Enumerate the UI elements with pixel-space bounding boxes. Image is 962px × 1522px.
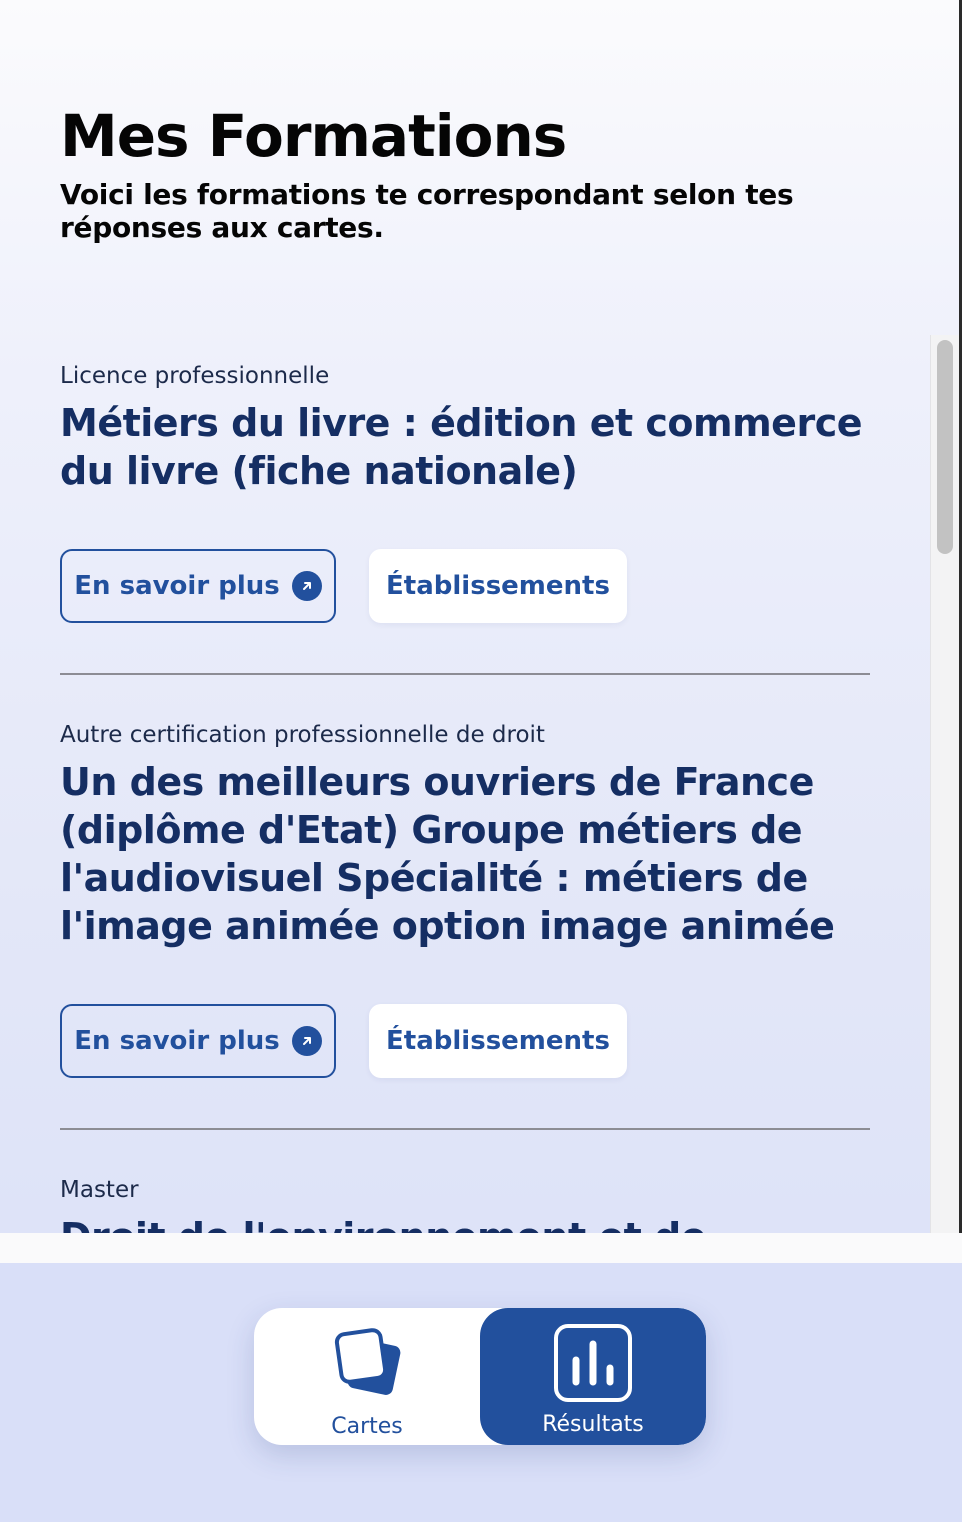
content-bottom-edge <box>0 1233 962 1263</box>
formation-type: Master <box>60 1177 139 1203</box>
nav-label-resultats: Résultats <box>542 1412 644 1437</box>
more-info-label: En savoir plus <box>74 571 280 601</box>
cards-stack-icon <box>334 1328 401 1395</box>
nav-tab-resultats[interactable]: Résultats <box>480 1308 706 1445</box>
divider <box>60 673 870 675</box>
establishments-button[interactable]: Établissements <box>369 1004 627 1078</box>
bar-chart-icon <box>554 1324 632 1402</box>
formation-title: Métiers du livre : édition et commerce d… <box>60 401 863 493</box>
establishments-button[interactable]: Établissements <box>369 549 627 623</box>
more-info-button[interactable]: En savoir plus <box>60 549 336 623</box>
bottom-navigation: Cartes Résultats <box>254 1308 706 1445</box>
more-info-label: En savoir plus <box>74 1026 280 1056</box>
nav-label-cartes: Cartes <box>331 1414 403 1439</box>
scrollbar-thumb[interactable] <box>937 340 953 554</box>
formation-title: Un des meilleurs ouvriers de France (dip… <box>60 760 835 948</box>
formation-card: Master Droit de l'environnement et de <box>60 1175 870 1233</box>
arrow-up-right-circle-icon <box>291 571 322 601</box>
divider <box>60 1128 870 1130</box>
nav-tab-cartes[interactable]: Cartes <box>254 1308 480 1445</box>
formation-actions: En savoir plus Établissements <box>60 549 627 623</box>
more-info-button[interactable]: En savoir plus <box>60 1004 336 1078</box>
page-header: Mes Formations Voici les formations te c… <box>60 100 880 244</box>
arrow-up-right-circle-icon <box>291 1026 322 1056</box>
formations-list[interactable]: Licence professionnelle Métiers du livre… <box>0 335 932 1233</box>
formation-card: Licence professionnelle Métiers du livre… <box>60 361 870 691</box>
formation-type: Autre certification professionnelle de d… <box>60 722 545 748</box>
formation-actions: En savoir plus Établissements <box>60 1004 627 1078</box>
formation-card: Autre certification professionnelle de d… <box>60 720 870 1150</box>
formation-title: Droit de l'environnement et de <box>60 1213 870 1233</box>
page-title: Mes Formations <box>60 102 567 170</box>
page-subtitle: Voici les formations te correspondant se… <box>60 178 794 244</box>
formation-type: Licence professionnelle <box>60 363 330 389</box>
